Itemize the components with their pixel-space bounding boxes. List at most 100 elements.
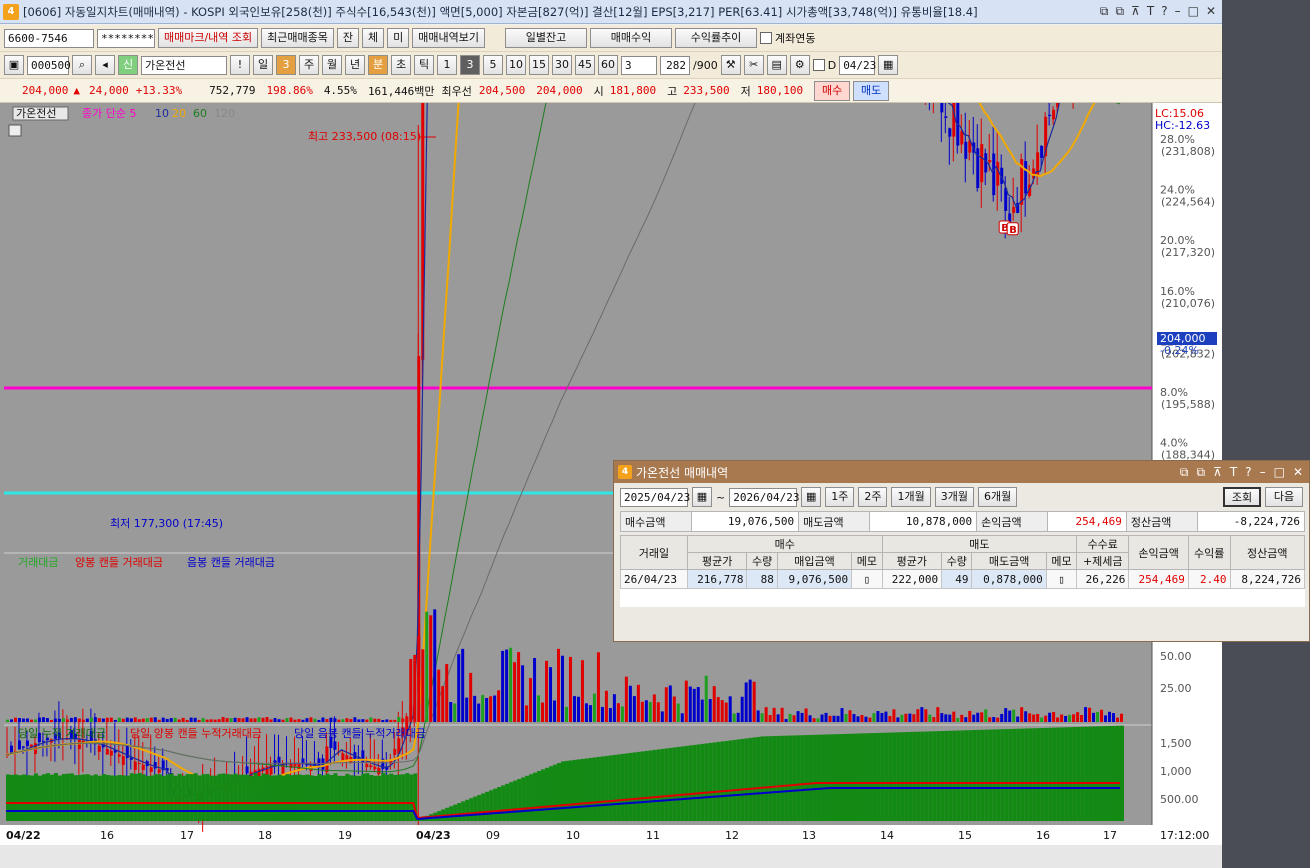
unfilled-button[interactable]: 미	[387, 28, 410, 48]
cumulative-bar	[121, 775, 126, 821]
volume-bar	[644, 700, 648, 722]
stock-name-field[interactable]: 가온전선	[141, 55, 227, 75]
range-1m-button[interactable]: 1개월	[891, 487, 931, 507]
calendar-icon[interactable]: ▦	[801, 487, 822, 507]
copy-icon[interactable]: ⧉	[1197, 465, 1206, 480]
interval-1-button[interactable]: 1	[437, 55, 457, 75]
interval-45-button[interactable]: 45	[575, 55, 595, 75]
return-trend-button[interactable]: 수익률추이	[675, 28, 758, 48]
volume-bar	[169, 718, 173, 722]
grid-icon[interactable]	[8, 124, 22, 137]
password-field[interactable]: ********	[97, 28, 155, 48]
interval-60-button[interactable]: 60	[598, 55, 618, 75]
range-6m-button[interactable]: 6개월	[977, 487, 1018, 507]
period-year-button[interactable]: 년	[345, 55, 365, 75]
memo-icon[interactable]: ▯	[851, 569, 883, 589]
layout-icon[interactable]: ▣	[4, 55, 24, 75]
period-month-button[interactable]: 월	[322, 55, 342, 75]
period-tick-button[interactable]: 틱	[414, 55, 434, 75]
date-from-input[interactable]: 2025/04/23	[620, 487, 690, 507]
cumulative-bar	[684, 745, 689, 821]
volume-bar	[321, 717, 325, 722]
daily-balance-button[interactable]: 일별잔고	[505, 28, 588, 48]
account-select[interactable]: 6600-7546	[4, 28, 94, 48]
interval-30-button[interactable]: 30	[552, 55, 572, 75]
font-icon[interactable]: T	[1147, 4, 1154, 19]
stock-code-input[interactable]: 000500	[27, 55, 71, 75]
trade-profit-button[interactable]: 매매수익	[590, 28, 673, 48]
date-input[interactable]: 04/23	[839, 55, 876, 75]
interval-select[interactable]: 3	[621, 55, 657, 75]
cumulative-bar	[81, 774, 86, 821]
range-3m-button[interactable]: 3개월	[934, 487, 974, 507]
scissors-icon[interactable]: ✂	[743, 55, 764, 75]
trade-history-button[interactable]: 매매내역보기	[412, 28, 486, 48]
candle	[948, 128, 952, 137]
cumulative-bar	[608, 755, 613, 821]
account-link-checkbox[interactable]	[760, 32, 773, 44]
help-icon[interactable]: ?	[1161, 4, 1167, 19]
candle	[988, 160, 992, 163]
volume-bar	[541, 702, 545, 722]
link-icon[interactable]: ⧉	[1180, 465, 1189, 480]
range-1w-button[interactable]: 1주	[825, 487, 855, 507]
speaker-icon[interactable]: ◂	[95, 55, 115, 75]
copy-icon[interactable]: ⧉	[1116, 4, 1125, 19]
range-2w-button[interactable]: 2주	[858, 487, 888, 507]
alert-button[interactable]: !	[230, 55, 250, 75]
query-button[interactable]: 조회	[1223, 487, 1261, 507]
interval-3-button[interactable]: 3	[460, 55, 480, 75]
cumulative-bar	[936, 731, 941, 821]
period-day-button[interactable]: 일	[253, 55, 273, 75]
volume-bar	[21, 718, 25, 722]
buy-button[interactable]: 매수	[814, 80, 851, 101]
trade-mark-query-button[interactable]: 매매마크/내역 조회	[158, 28, 259, 48]
gear-icon[interactable]: ⚙	[789, 55, 810, 75]
link-icon[interactable]: ⧉	[1100, 4, 1109, 19]
close-button[interactable]: ✕	[1206, 4, 1216, 19]
period-num-button[interactable]: 3	[276, 55, 296, 75]
next-button[interactable]: 다음	[1265, 487, 1303, 507]
period-minute-button[interactable]: 분	[368, 55, 388, 75]
cumulative-bar	[225, 774, 230, 821]
candle	[17, 740, 21, 750]
interval-15-button[interactable]: 15	[529, 55, 549, 75]
memo-icon[interactable]: ▯	[1045, 569, 1078, 589]
volume-bar	[97, 718, 101, 722]
maximize-button[interactable]: □	[1274, 465, 1285, 480]
minimize-button[interactable]: –	[1260, 465, 1266, 480]
volume-bar	[209, 719, 213, 722]
recent-trades-button[interactable]: 최근매매종목	[261, 28, 334, 48]
count-input[interactable]: 282	[660, 55, 690, 75]
date-to-input[interactable]: 2026/04/23	[729, 487, 799, 507]
cell-sell-qty: 49	[941, 569, 973, 589]
save-icon[interactable]: ▤	[766, 55, 787, 75]
search-icon[interactable]: ⌕	[72, 55, 92, 75]
cumulative-bar	[221, 773, 226, 821]
interval-10-button[interactable]: 10	[506, 55, 526, 75]
period-week-button[interactable]: 주	[299, 55, 319, 75]
pin-icon[interactable]: ⊼	[1131, 4, 1140, 19]
interval-5-button[interactable]: 5	[483, 55, 503, 75]
filled-button[interactable]: 체	[362, 28, 385, 48]
help-icon[interactable]: ?	[1245, 465, 1251, 480]
cumulative-bar	[664, 748, 669, 821]
minimize-button[interactable]: –	[1175, 4, 1181, 19]
x-axis-label: 18	[258, 829, 272, 842]
calendar-icon[interactable]: ▦	[692, 487, 712, 507]
date-checkbox[interactable]	[812, 59, 825, 71]
calendar-icon[interactable]: ▦	[878, 55, 899, 75]
close-button[interactable]: ✕	[1293, 465, 1303, 480]
pin-icon[interactable]: ⊼	[1213, 465, 1222, 480]
maximize-button[interactable]: □	[1188, 4, 1199, 19]
cumulative-bar	[313, 775, 318, 821]
volume-bar	[213, 719, 217, 722]
balance-button[interactable]: 잔	[336, 28, 360, 48]
period-second-button[interactable]: 초	[391, 55, 411, 75]
tool-icon[interactable]: ⚒	[720, 55, 741, 75]
sell-button[interactable]: 매도	[853, 80, 890, 101]
volume-bar	[229, 718, 233, 722]
table-row[interactable]: 26/04/23 216,778 88 9,076,500 ▯ 222,000 …	[620, 569, 1306, 589]
font-icon[interactable]: T	[1230, 465, 1237, 480]
cumulative-bar	[553, 764, 558, 821]
